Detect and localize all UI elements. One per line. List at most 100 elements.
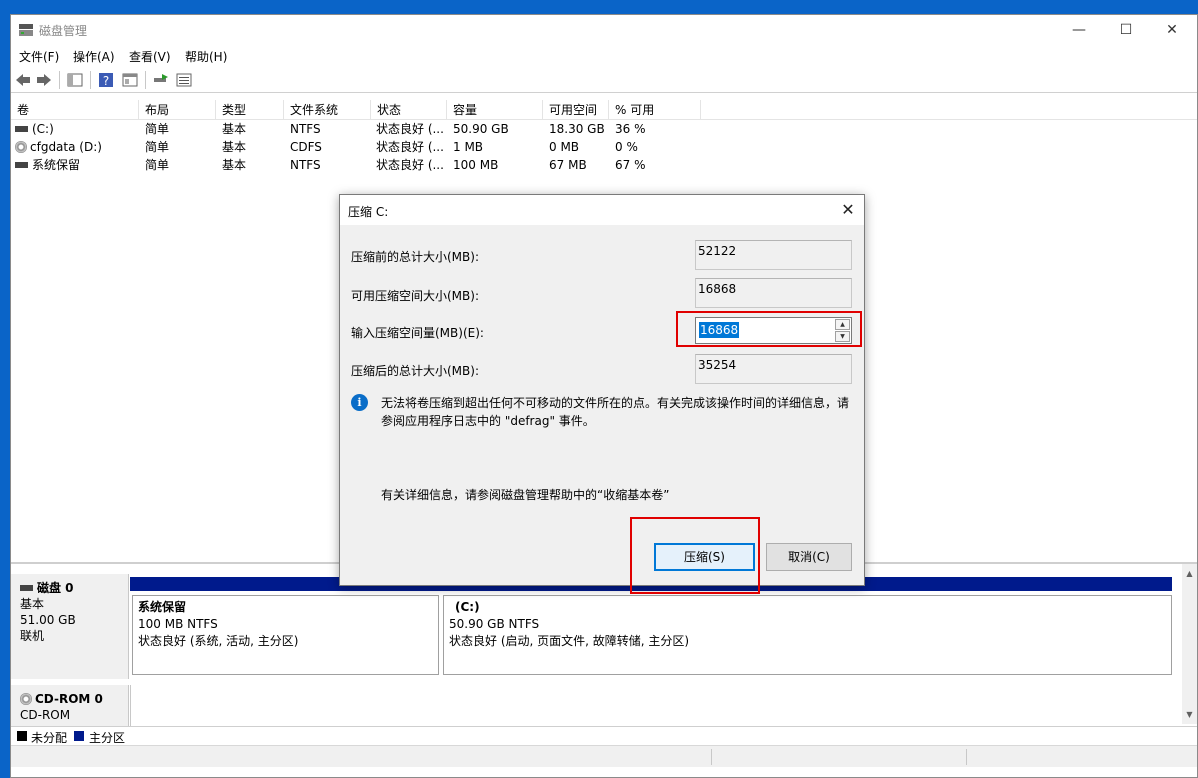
shrink-amount-label: 输入压缩空间量(MB)(E): — [351, 326, 484, 340]
status-separator — [711, 749, 712, 765]
legend: 未分配 主分区 — [11, 726, 1197, 745]
volume-free-space: 18.30 GB — [549, 122, 605, 136]
refresh-icon[interactable] — [152, 71, 170, 89]
table-row[interactable]: cfgdata (D:) 简单 基本 CDFS 状态良好 (... 1 MB 0… — [11, 138, 1197, 156]
partition-size: 100 MB NTFS — [138, 617, 218, 631]
table-row[interactable]: (C:) 简单 基本 NTFS 状态良好 (... 50.90 GB 18.30… — [11, 120, 1197, 138]
partition-system-reserved[interactable]: 系统保留 100 MB NTFS 状态良好 (系统, 活动, 主分区) — [132, 595, 439, 675]
column-header-percent-free[interactable]: % 可用 — [609, 100, 701, 120]
legend-primary-swatch — [74, 731, 84, 741]
disk-size: 51.00 GB — [20, 613, 76, 627]
cd-drive-icon — [15, 140, 27, 153]
menu-help[interactable]: 帮助(H) — [185, 48, 227, 65]
volume-capacity: 50.90 GB — [453, 122, 509, 136]
menu-action[interactable]: 操作(A) — [73, 48, 115, 65]
volume-percent-free: 67 % — [615, 158, 646, 172]
list-view-icon[interactable] — [175, 71, 193, 89]
drive-icon — [15, 125, 28, 132]
volume-type: 基本 — [222, 140, 247, 154]
info-icon: i — [351, 394, 368, 411]
toolbar-separator — [59, 71, 60, 89]
volume-percent-free: 0 % — [615, 140, 638, 154]
column-header-filesystem[interactable]: 文件系统 — [284, 100, 371, 120]
column-header-capacity[interactable]: 容量 — [447, 100, 543, 120]
input-highlight-box — [676, 311, 862, 347]
status-bar — [11, 745, 1197, 767]
partition-size: 50.90 GB NTFS — [449, 617, 540, 631]
disk-management-icon — [19, 24, 33, 36]
disk-type: 基本 — [20, 597, 45, 611]
partition-status: 状态良好 (系统, 活动, 主分区) — [138, 634, 299, 648]
minimize-button[interactable]: — — [1056, 15, 1102, 45]
menu-file[interactable]: 文件(F) — [19, 48, 59, 65]
volume-layout: 简单 — [145, 122, 170, 136]
legend-unallocated-swatch — [17, 731, 27, 741]
disk-type: CD-ROM — [20, 708, 71, 722]
volume-name: 系统保留 — [32, 158, 81, 172]
volume-free-space: 0 MB — [549, 140, 580, 154]
svg-text:?: ? — [103, 74, 109, 88]
column-header-type[interactable]: 类型 — [216, 100, 284, 120]
column-header-volume[interactable]: 卷 — [11, 100, 139, 120]
volume-capacity: 100 MB — [453, 158, 499, 172]
column-header-status[interactable]: 状态 — [371, 100, 447, 120]
volume-status: 状态良好 (... — [376, 122, 444, 136]
table-row[interactable]: 系统保留 简单 基本 NTFS 状态良好 (... 100 MB 67 MB 6… — [11, 156, 1197, 174]
forward-arrow-icon[interactable] — [35, 71, 53, 89]
disk-icon — [20, 584, 33, 591]
total-before-label: 压缩前的总计大小(MB): — [351, 250, 479, 264]
column-header-free-space[interactable]: 可用空间 — [543, 100, 609, 120]
volume-filesystem: NTFS — [290, 158, 321, 172]
volume-status: 状态良好 (... — [376, 140, 444, 154]
cancel-button[interactable]: 取消(C) — [766, 543, 852, 571]
properties-icon[interactable] — [121, 71, 139, 89]
partition-name: (C:) — [455, 600, 480, 614]
scroll-up-icon[interactable]: ▲ — [1182, 566, 1197, 581]
help-icon[interactable]: ? — [97, 71, 115, 89]
toolbar-separator — [145, 71, 146, 89]
close-button[interactable]: ✕ — [1149, 15, 1195, 45]
console-tree-icon[interactable] — [66, 71, 84, 89]
dialog-close-button[interactable]: ✕ — [836, 198, 860, 222]
back-arrow-icon[interactable] — [14, 71, 32, 89]
volume-name: cfgdata (D:) — [30, 140, 102, 154]
cdrom-area — [130, 685, 1182, 727]
total-after-field: 35254 — [695, 354, 852, 384]
volume-type: 基本 — [222, 122, 247, 136]
menu-view[interactable]: 查看(V) — [129, 48, 171, 65]
available-space-field: 16868 — [695, 278, 852, 308]
volume-filesystem: CDFS — [290, 140, 322, 154]
volume-name: (C:) — [32, 122, 54, 136]
window-title: 磁盘管理 — [39, 24, 88, 38]
volume-type: 基本 — [222, 158, 247, 172]
disk-name: CD-ROM 0 — [35, 692, 103, 706]
volume-layout: 简单 — [145, 140, 170, 154]
partition-name: 系统保留 — [138, 600, 187, 614]
volume-filesystem: NTFS — [290, 122, 321, 136]
more-info-text: 有关详细信息，请参阅磁盘管理帮助中的“收缩基本卷” — [381, 488, 670, 502]
scroll-down-icon[interactable]: ▼ — [1182, 707, 1197, 722]
legend-unallocated-label: 未分配 — [31, 731, 68, 745]
partition-c[interactable]: (C:) 50.90 GB NTFS 状态良好 (启动, 页面文件, 故障转储,… — [443, 595, 1172, 675]
button-highlight-box — [630, 517, 760, 594]
partition-status: 状态良好 (启动, 页面文件, 故障转储, 主分区) — [449, 634, 690, 648]
title-bar: 磁盘管理 — ☐ ✕ — [11, 15, 1197, 45]
column-header-layout[interactable]: 布局 — [139, 100, 216, 120]
available-space-label: 可用压缩空间大小(MB): — [351, 289, 479, 303]
dialog-title-bar: 压缩 C: ✕ — [340, 195, 864, 225]
disk-map-scrollbar[interactable]: ▲ ▼ — [1182, 564, 1197, 724]
maximize-button[interactable]: ☐ — [1103, 15, 1149, 45]
volume-list-header: 卷 布局 类型 文件系统 状态 容量 可用空间 % 可用 — [11, 100, 1197, 120]
total-before-field: 52122 — [695, 240, 852, 270]
disk-0-label[interactable]: 磁盘 0 基本 51.00 GB 联机 — [11, 574, 129, 679]
toolbar-separator — [90, 71, 91, 89]
status-separator — [966, 749, 967, 765]
volume-layout: 简单 — [145, 158, 170, 172]
total-after-label: 压缩后的总计大小(MB): — [351, 364, 479, 378]
legend-primary-label: 主分区 — [89, 731, 126, 745]
volume-percent-free: 36 % — [615, 122, 646, 136]
cd-drive-icon — [20, 692, 32, 705]
dialog-title: 压缩 C: — [348, 205, 389, 219]
cdrom-0-label[interactable]: CD-ROM 0 CD-ROM — [11, 685, 129, 727]
disk-name: 磁盘 0 — [37, 581, 74, 595]
